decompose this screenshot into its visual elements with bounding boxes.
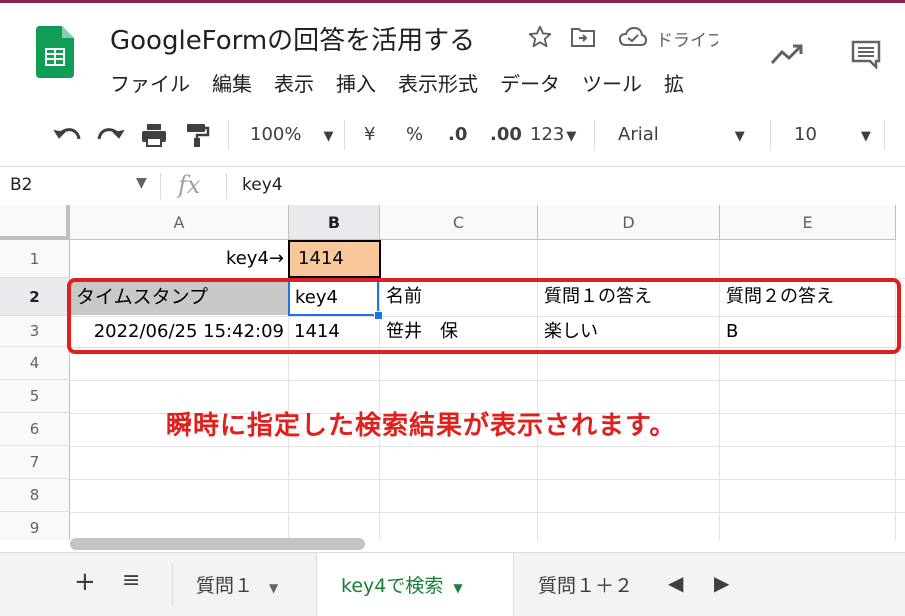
- tab-scroll-area: ◀ ▶: [650, 553, 905, 616]
- scroll-tabs-left-icon[interactable]: ◀: [668, 571, 683, 595]
- font-family-select[interactable]: Arial ▼: [618, 120, 745, 150]
- toolbar-separator: [228, 120, 229, 150]
- formula-separator: [160, 173, 161, 199]
- row-header-4[interactable]: 4: [0, 347, 70, 380]
- cloud-saved-icon[interactable]: [618, 26, 648, 48]
- formula-input[interactable]: key4: [242, 175, 283, 195]
- menu-data[interactable]: データ: [500, 72, 560, 96]
- percent-button[interactable]: %: [406, 120, 423, 150]
- name-box[interactable]: B2: [10, 175, 32, 195]
- sheet-tab-label: key4で検索: [341, 575, 444, 597]
- cell-a1[interactable]: key4→: [70, 240, 288, 278]
- header-right-panel: [718, 3, 905, 103]
- toolbar-separator: [770, 120, 771, 150]
- undo-icon[interactable]: [52, 124, 82, 146]
- zoom-value: 100%: [250, 124, 302, 145]
- formula-bar: B2 ▼ fx key4: [0, 166, 905, 206]
- menu-file[interactable]: ファイル: [110, 72, 190, 96]
- row-header-8[interactable]: 8: [0, 479, 70, 512]
- column-header-e[interactable]: E: [720, 205, 896, 240]
- drive-status-text: ドライブ: [656, 31, 724, 51]
- chevron-down-icon: ▼: [860, 129, 871, 144]
- formula-separator: [226, 173, 227, 199]
- row-header-2[interactable]: 2: [0, 278, 70, 316]
- grid-line: [70, 512, 905, 513]
- spreadsheet-grid: A B C D E 1 2 3 4 5 6 7 8 9 key4→ 1414 タ…: [0, 205, 905, 540]
- chevron-down-icon: ▼: [323, 129, 334, 144]
- row-header-9[interactable]: 9: [0, 512, 70, 540]
- cell-b1[interactable]: 1414: [288, 240, 381, 278]
- menu-format[interactable]: 表示形式: [398, 72, 478, 96]
- column-header-b[interactable]: B: [289, 205, 380, 240]
- row-header-6[interactable]: 6: [0, 413, 70, 446]
- menu-edit[interactable]: 編集: [212, 72, 252, 96]
- chevron-down-icon: ▼: [269, 581, 279, 595]
- row-header-5[interactable]: 5: [0, 380, 70, 413]
- number-format-select[interactable]: 123 ▼: [530, 120, 576, 150]
- column-header-d[interactable]: D: [538, 205, 720, 240]
- chevron-down-icon: ▼: [453, 581, 463, 595]
- sheet-tab-key4-search[interactable]: key4で検索 ▼: [316, 553, 514, 616]
- activity-trend-icon[interactable]: [770, 43, 804, 65]
- menu-extensions[interactable]: 拡: [664, 72, 684, 96]
- comments-icon[interactable]: [850, 39, 882, 69]
- menu-view[interactable]: 表示: [274, 72, 314, 96]
- grid-line: [70, 380, 905, 381]
- redo-icon[interactable]: [96, 124, 126, 146]
- chevron-down-icon[interactable]: ▼: [136, 175, 147, 191]
- toolbar-separator: [344, 120, 345, 150]
- document-title[interactable]: GoogleFormの回答を活用する: [110, 20, 475, 57]
- row-header-7[interactable]: 7: [0, 446, 70, 479]
- highlight-box: [67, 278, 901, 354]
- font-size-select[interactable]: 10 ▼: [794, 120, 871, 150]
- horizontal-scrollbar[interactable]: [70, 538, 365, 550]
- select-all-corner[interactable]: [0, 205, 70, 240]
- sheet-tab-active: key4で検索 ▼: [341, 571, 463, 598]
- all-sheets-icon[interactable]: ≡: [122, 568, 140, 593]
- scroll-tabs-right-icon[interactable]: ▶: [714, 571, 729, 595]
- zoom-select[interactable]: 100% ▼: [250, 120, 333, 150]
- chevron-down-icon: ▼: [566, 129, 577, 144]
- toolbar-separator: [884, 120, 885, 150]
- sheet-tab-question1[interactable]: 質問１ ▼: [196, 571, 278, 598]
- menu-bar: ファイル 編集 表示 挿入 表示形式 データ ツール拡: [110, 68, 706, 97]
- grid-line: [70, 479, 905, 480]
- sheet-tab-question1-2[interactable]: 質問１＋２: [538, 571, 633, 598]
- sheet-tab-label: 質問１: [196, 575, 254, 597]
- tab-separator: [172, 563, 173, 607]
- column-header-a[interactable]: A: [70, 205, 289, 240]
- column-header-c[interactable]: C: [380, 205, 538, 240]
- add-sheet-icon[interactable]: +: [74, 567, 96, 597]
- fx-icon: fx: [178, 171, 201, 199]
- font-size-value: 10: [794, 124, 817, 145]
- increase-decimal-button[interactable]: .00: [490, 120, 522, 150]
- print-icon[interactable]: [140, 122, 168, 148]
- annotation-text: 瞬時に指定した検索結果が表示されます。: [166, 411, 677, 441]
- font-family-value: Arial: [618, 124, 659, 145]
- number-format-label: 123: [530, 124, 565, 145]
- toolbar-separator: [594, 120, 595, 150]
- currency-button[interactable]: ¥: [364, 120, 375, 150]
- star-icon[interactable]: [527, 24, 553, 50]
- sheet-tab-label: 質問１＋２: [538, 575, 634, 597]
- row-header-3[interactable]: 3: [0, 316, 70, 347]
- paint-format-icon[interactable]: [184, 122, 210, 148]
- menu-insert[interactable]: 挿入: [336, 72, 376, 96]
- chevron-down-icon: ▼: [734, 129, 745, 144]
- move-folder-icon[interactable]: [570, 26, 596, 48]
- decrease-decimal-button[interactable]: .0: [448, 120, 467, 150]
- menu-tools[interactable]: ツール: [582, 72, 642, 96]
- sheets-logo-icon[interactable]: [36, 26, 74, 78]
- sheet-tab-bar: + ≡ 質問１ ▼ key4で検索 ▼ 質問１＋２ ◀ ▶: [0, 552, 905, 616]
- grid-line: [70, 446, 905, 447]
- row-header-1[interactable]: 1: [0, 240, 70, 278]
